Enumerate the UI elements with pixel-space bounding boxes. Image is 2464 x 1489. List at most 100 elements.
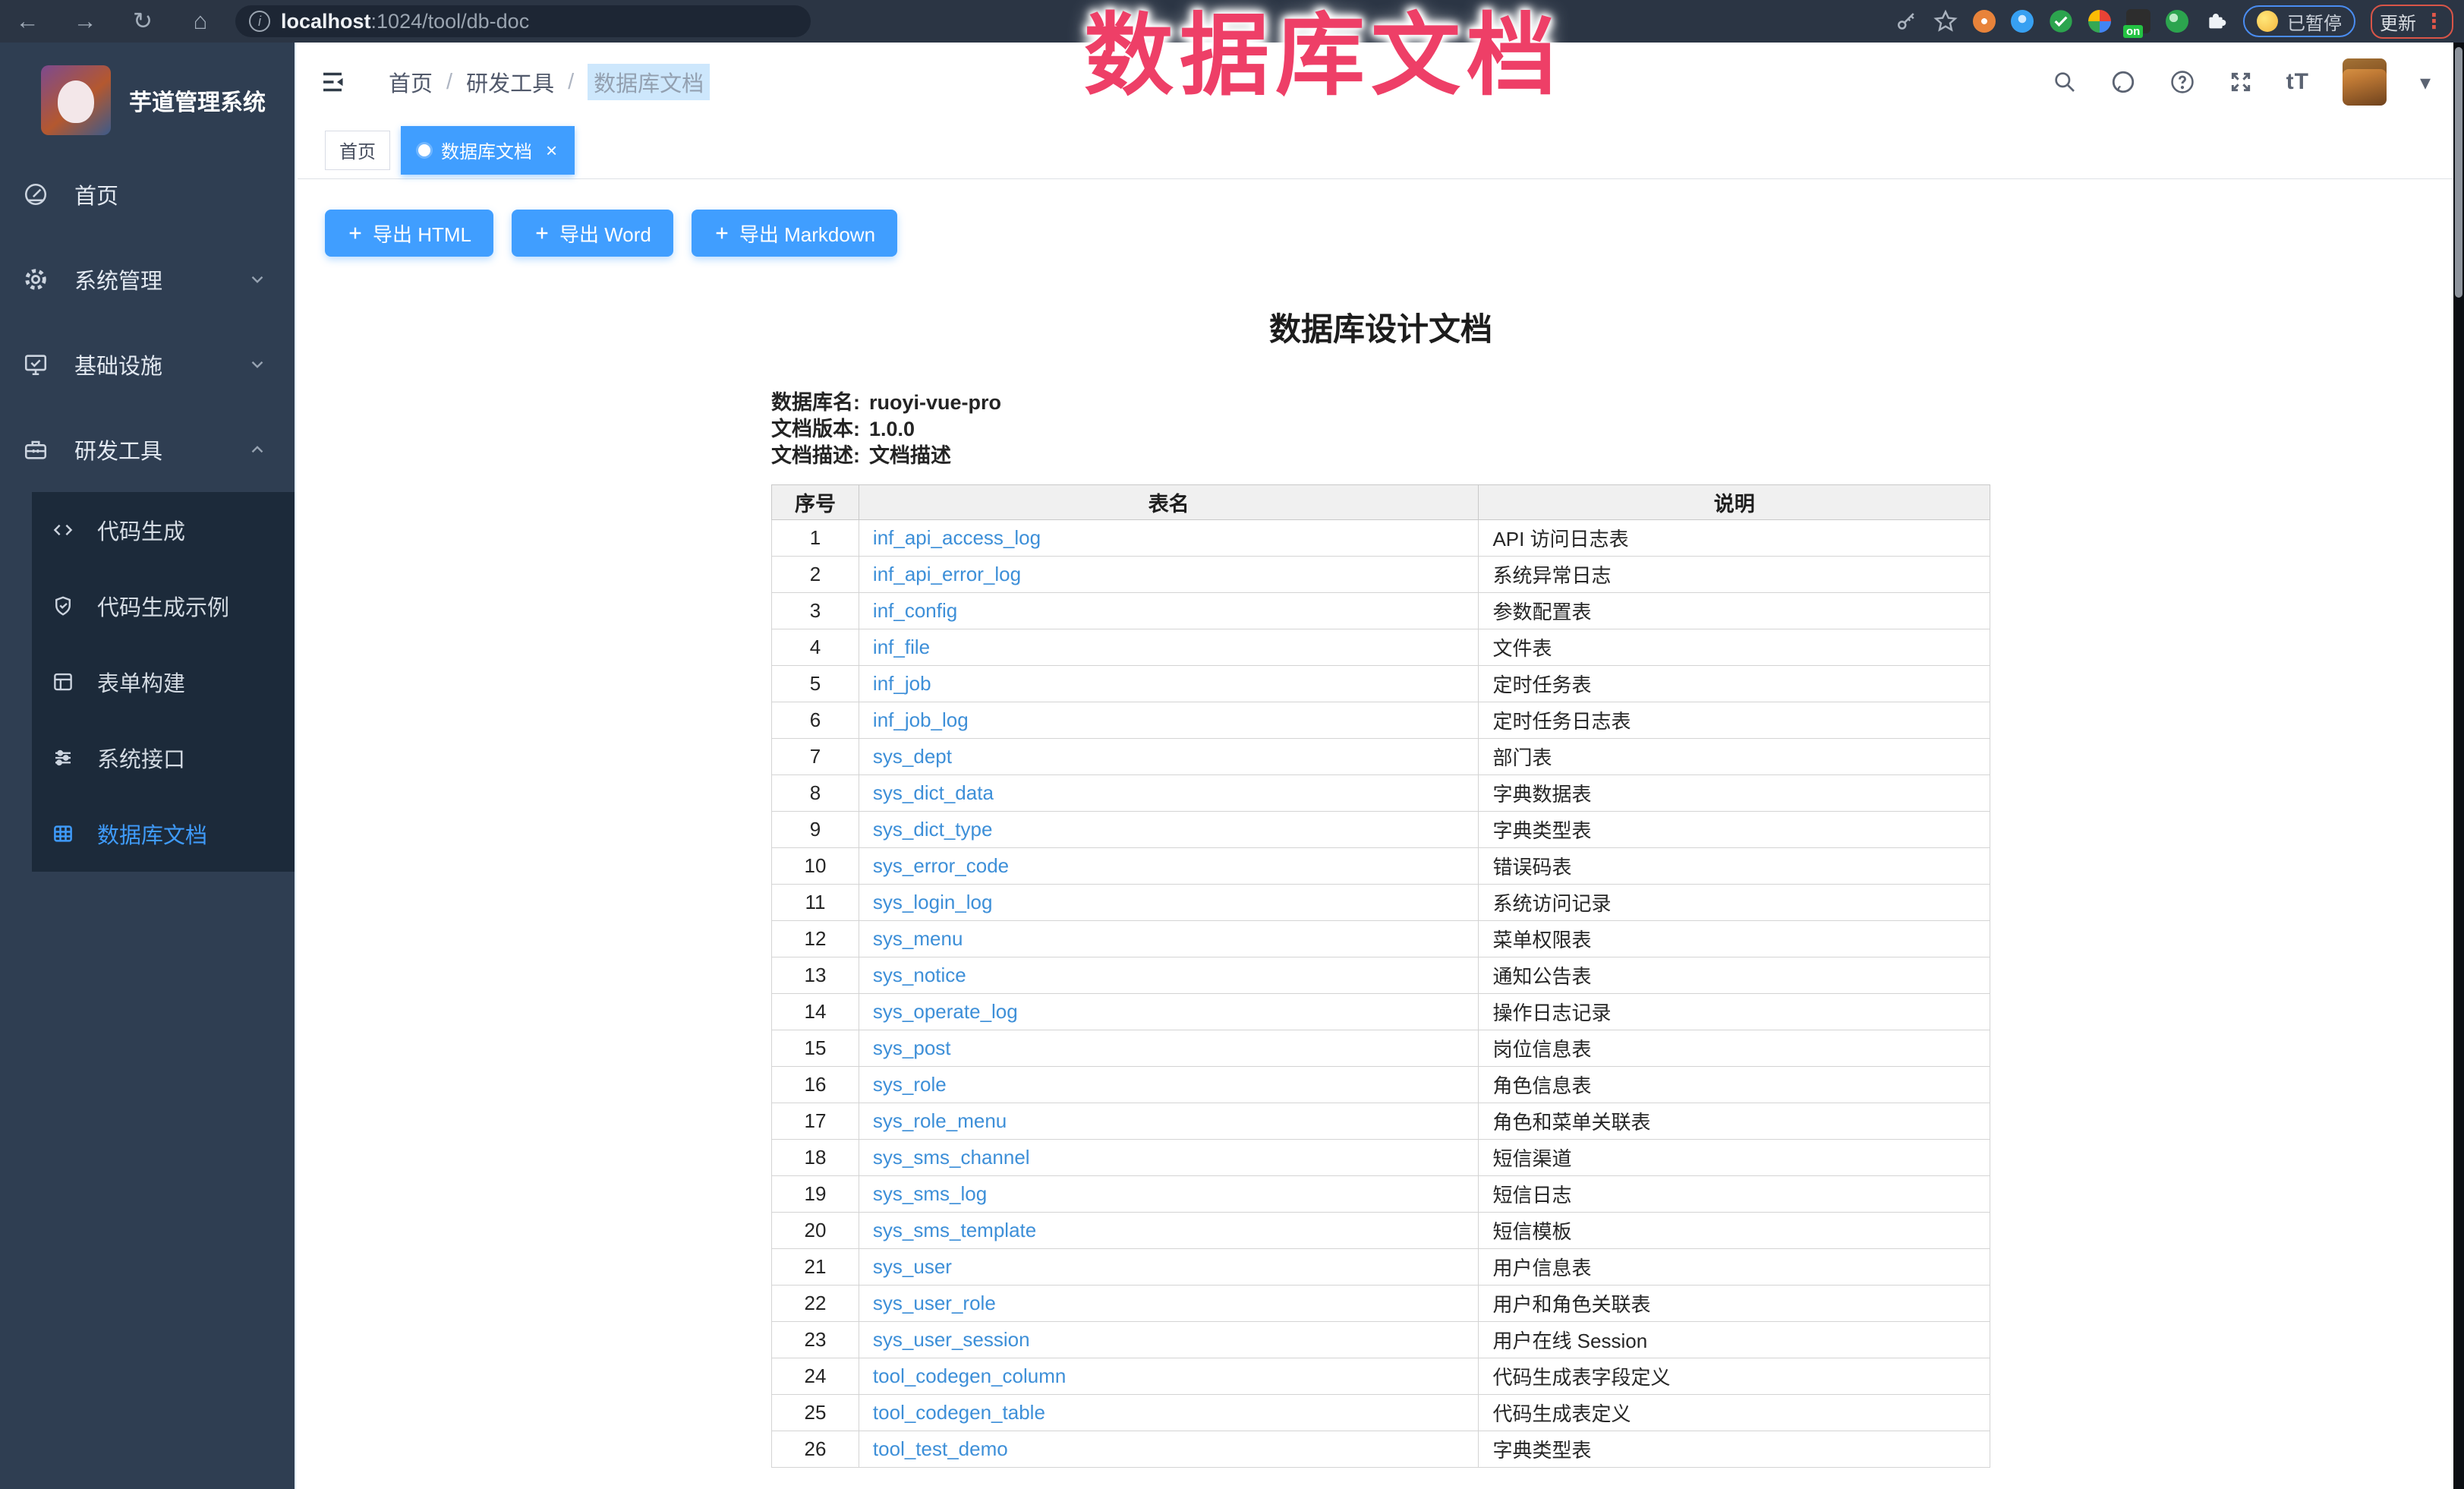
sidebar-item-form-builder[interactable]: 表单构建	[32, 644, 295, 720]
url-host: localhost	[281, 10, 371, 33]
sidebar-item-devtools[interactable]: 研发工具	[0, 407, 295, 492]
table-name-link[interactable]: sys_operate_log	[873, 1000, 1018, 1023]
table-name-link[interactable]: tool_test_demo	[873, 1437, 1008, 1460]
extensions-puzzle-icon[interactable]	[2204, 9, 2228, 33]
breadcrumb-home[interactable]: 首页	[389, 66, 433, 98]
column-header-name: 表名	[859, 485, 1479, 520]
app-logo-row[interactable]: 芋道管理系统	[0, 43, 295, 135]
extension-leaf-icon[interactable]	[2166, 10, 2188, 33]
table-name-link[interactable]: sys_user_session	[873, 1328, 1030, 1351]
key-icon[interactable]	[1895, 10, 1918, 33]
forward-icon[interactable]: →	[71, 8, 99, 35]
table-name-link[interactable]: sys_sms_log	[873, 1182, 987, 1205]
table-name-link[interactable]: sys_menu	[873, 927, 963, 950]
tab-label: 数据库文档	[441, 137, 532, 163]
table-icon	[52, 822, 74, 845]
avatar[interactable]	[2343, 58, 2387, 106]
row-index: 21	[772, 1249, 859, 1286]
back-icon[interactable]: ←	[14, 8, 41, 35]
fullscreen-icon[interactable]	[2229, 70, 2253, 94]
sidebar-item-label: 基础设施	[74, 349, 162, 380]
table-name-link[interactable]: inf_file	[873, 636, 930, 658]
extension-grid-icon[interactable]	[2088, 10, 2111, 33]
sidebar-item-label: 代码生成示例	[97, 590, 229, 622]
shield-check-icon	[52, 595, 74, 617]
table-name-link[interactable]: sys_sms_channel	[873, 1146, 1030, 1169]
table-name-link[interactable]: tool_codegen_column	[873, 1364, 1066, 1387]
sidebar-fold-icon[interactable]	[319, 68, 346, 96]
table-name-link[interactable]: inf_config	[873, 599, 957, 622]
site-info-icon[interactable]: i	[249, 11, 270, 32]
row-description: API 访问日志表	[1479, 520, 1990, 557]
sidebar-item-db-doc[interactable]: 数据库文档	[32, 796, 295, 872]
row-index: 10	[772, 848, 859, 885]
table-name-link[interactable]: sys_dict_data	[873, 781, 994, 804]
table-name-link[interactable]: sys_post	[873, 1036, 951, 1059]
browser-update-button[interactable]: 更新 ⋮	[2371, 5, 2453, 39]
extension-check-icon[interactable]	[2049, 9, 2073, 33]
table-name-link[interactable]: sys_sms_template	[873, 1219, 1036, 1241]
sidebar-item-codegen[interactable]: 代码生成	[32, 492, 295, 568]
row-description: 字典类型表	[1479, 1431, 1990, 1468]
sidebar-item-system[interactable]: 系统管理	[0, 237, 295, 322]
chevron-down-icon[interactable]: ▾	[2420, 70, 2431, 95]
scrollbar-thumb[interactable]	[2455, 47, 2462, 298]
sidebar-item-api[interactable]: 系统接口	[32, 720, 295, 796]
row-index: 3	[772, 593, 859, 629]
extension-on-icon[interactable]: on	[2126, 9, 2150, 33]
table-name-link[interactable]: sys_error_code	[873, 854, 1009, 877]
search-icon[interactable]	[2053, 70, 2077, 94]
navbar-actions: tT ▾	[2053, 58, 2431, 106]
close-icon[interactable]: ×	[546, 140, 557, 160]
table-name-link[interactable]: inf_job_log	[873, 708, 969, 731]
browser-nav-buttons: ← → ↻ ⌂	[0, 8, 214, 35]
extension-pin-icon[interactable]	[2011, 10, 2034, 33]
export-html-button[interactable]: 导出 HTML	[325, 210, 493, 257]
table-name-link[interactable]: tool_codegen_table	[873, 1401, 1045, 1424]
tab-db-doc[interactable]: 数据库文档 ×	[401, 126, 575, 175]
extension-paused-pill[interactable]: 已暂停	[2243, 5, 2355, 37]
table-name-link[interactable]: inf_api_access_log	[873, 526, 1041, 549]
table-name-link[interactable]: sys_role	[873, 1073, 947, 1096]
sidebar-item-codegen-example[interactable]: 代码生成示例	[32, 568, 295, 644]
row-description: 通知公告表	[1479, 957, 1990, 994]
home-icon[interactable]: ⌂	[187, 8, 214, 35]
row-index: 22	[772, 1286, 859, 1322]
export-word-button[interactable]: 导出 Word	[512, 210, 673, 257]
row-index: 19	[772, 1176, 859, 1213]
table-row: 2 inf_api_error_log 系统异常日志	[772, 557, 1990, 593]
browser-menu-icon[interactable]: ⋮	[2424, 11, 2444, 32]
table-name-link[interactable]: sys_login_log	[873, 891, 993, 913]
reload-icon[interactable]: ↻	[129, 8, 156, 35]
extension-icon[interactable]	[1973, 10, 1996, 33]
row-index: 20	[772, 1213, 859, 1249]
font-size-icon[interactable]: tT	[2286, 69, 2309, 95]
meta-label: 文档描述:	[771, 443, 860, 469]
tab-home[interactable]: 首页	[325, 131, 390, 170]
breadcrumb-devtools[interactable]: 研发工具	[466, 66, 554, 98]
github-icon[interactable]	[2110, 69, 2136, 95]
meta-db-name: 数据库名: ruoyi-vue-pro	[771, 390, 1990, 416]
sidebar-item-home[interactable]: 首页	[0, 152, 295, 237]
page-scrollbar[interactable]	[2453, 43, 2464, 1489]
sidebar-item-infra[interactable]: 基础设施	[0, 322, 295, 407]
bookmark-star-icon[interactable]	[1933, 9, 1958, 33]
export-markdown-button[interactable]: 导出 Markdown	[692, 210, 897, 257]
address-bar[interactable]: i localhost:1024/tool/db-doc	[235, 5, 811, 37]
row-index: 9	[772, 812, 859, 848]
row-description: 定时任务表	[1479, 666, 1990, 702]
meta-label: 文档版本:	[771, 416, 860, 443]
table-name-link[interactable]: sys_role_menu	[873, 1109, 1007, 1132]
table-name-link[interactable]: inf_job	[873, 672, 931, 695]
table-name-link[interactable]: sys_user_role	[873, 1292, 996, 1314]
table-name-link[interactable]: sys_notice	[873, 964, 966, 986]
row-description: 操作日志记录	[1479, 994, 1990, 1030]
table-name-link[interactable]: sys_dict_type	[873, 818, 993, 841]
app-logo-image	[41, 65, 111, 135]
table-name-link[interactable]: sys_dept	[873, 745, 952, 768]
meta-label: 数据库名:	[771, 390, 860, 416]
table-name-link[interactable]: inf_api_error_log	[873, 563, 1021, 585]
table-name-link[interactable]: sys_user	[873, 1255, 952, 1278]
help-icon[interactable]	[2169, 69, 2195, 95]
row-index: 15	[772, 1030, 859, 1067]
